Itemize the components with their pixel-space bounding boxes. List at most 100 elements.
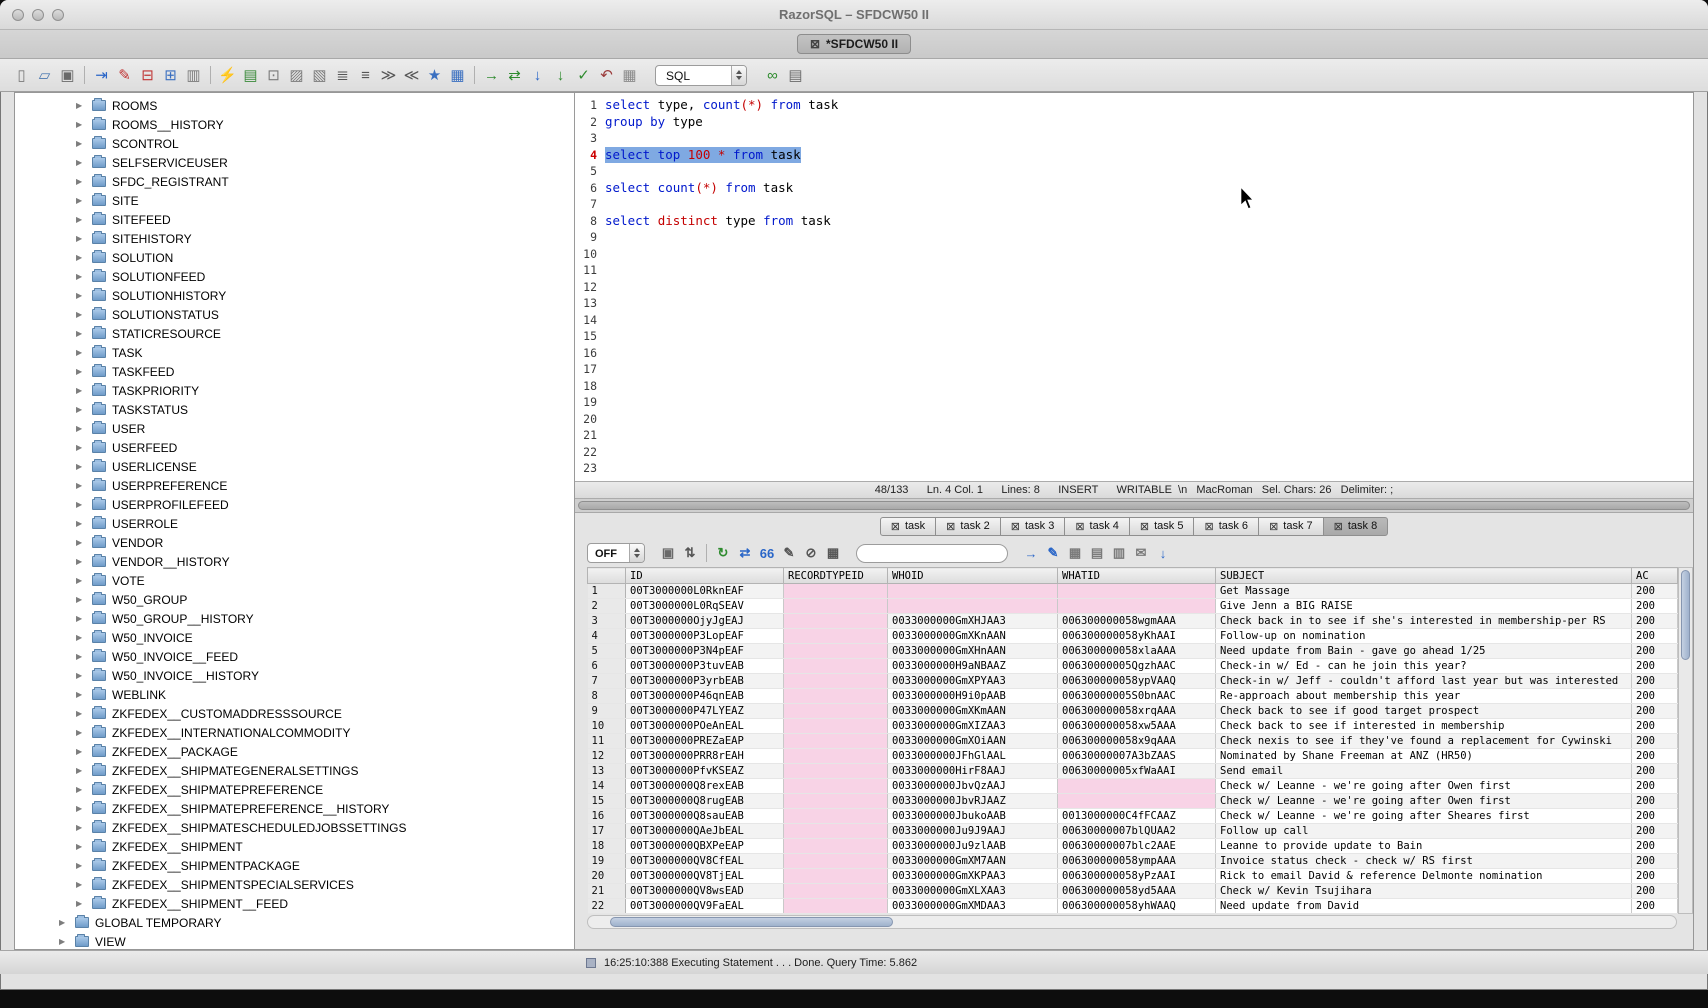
tree-item-vendor-history[interactable]: ▶VENDOR__HISTORY [15, 552, 574, 571]
cell-whoid[interactable] [888, 599, 1058, 614]
table-row[interactable]: 1800T3000000QBXPeEAP0033000000Ju9zlAAB00… [588, 839, 1678, 854]
cell-ac[interactable]: 200 [1632, 884, 1678, 899]
table-row[interactable]: 600T3000000P3tuvEAB0033000000H9aNBAAZ006… [588, 659, 1678, 674]
edit-cell-icon[interactable]: ✎ [1042, 543, 1064, 563]
cell-subject[interactable]: Check back in to see if she's interested… [1216, 614, 1632, 629]
open-folder-icon[interactable]: ▱ [33, 64, 56, 86]
result-tab-task[interactable]: ⊠task [880, 517, 936, 536]
history-icon[interactable]: ▦ [618, 64, 641, 86]
disclosure-triangle-icon[interactable]: ▶ [76, 614, 86, 623]
disclosure-triangle-icon[interactable]: ▶ [76, 671, 86, 680]
cell-ac[interactable]: 200 [1632, 689, 1678, 704]
tree-item-zkfedex-shipmentspecialservices[interactable]: ▶ZKFEDEX__SHIPMENTSPECIALSERVICES [15, 875, 574, 894]
minimize-window-button[interactable] [32, 9, 44, 21]
requery-icon[interactable]: ⇄ [734, 543, 756, 563]
format-sql-icon[interactable]: ≡ [354, 64, 377, 86]
cell-whatid[interactable]: 006300000058yd5AAA [1058, 884, 1216, 899]
cell-recordtypeid[interactable] [784, 674, 888, 689]
cell-whatid[interactable]: 00630000005S0bnAAC [1058, 689, 1216, 704]
cell-recordtypeid[interactable] [784, 629, 888, 644]
tree-item-zkfedex-customaddresssource[interactable]: ▶ZKFEDEX__CUSTOMADDRESSSOURCE [15, 704, 574, 723]
table-row[interactable]: 2100T3000000QV8wsEAD0033000000GmXLXAA300… [588, 884, 1678, 899]
cell-whoid[interactable]: 0033000000JbukoAAB [888, 809, 1058, 824]
cell-whoid[interactable]: 0033000000GmXM7AAN [888, 854, 1058, 869]
result-tab-task-4[interactable]: ⊠task 4 [1064, 517, 1130, 536]
close-result-tab-icon[interactable]: ⊠ [891, 520, 900, 533]
table-info-icon[interactable]: ▥ [182, 64, 205, 86]
cell-whoid[interactable]: 0033000000GmXKnAAN [888, 629, 1058, 644]
disclosure-triangle-icon[interactable]: ▶ [76, 842, 86, 851]
disclosure-triangle-icon[interactable]: ▶ [76, 405, 86, 414]
cell-subject[interactable]: Check w/ Leanne - we're going after Owen… [1216, 779, 1632, 794]
editor-line[interactable]: 2group by type [575, 114, 1693, 131]
editor-line[interactable]: 11 [575, 262, 1693, 279]
disclosure-triangle-icon[interactable]: ▶ [76, 177, 86, 186]
dropdown-stepper-icon[interactable] [731, 66, 746, 85]
quotes-icon[interactable]: 66 [756, 543, 778, 563]
disclosure-triangle-icon[interactable]: ▶ [76, 101, 86, 110]
tree-item-solutionfeed[interactable]: ▶SOLUTIONFEED [15, 267, 574, 286]
editor-line[interactable]: 3 [575, 130, 1693, 147]
import-data-icon[interactable]: ⇥ [90, 64, 113, 86]
connections-icon[interactable]: ∞ [761, 64, 784, 86]
cell-id[interactable]: 00T3000000P3tuvEAB [626, 659, 784, 674]
cell-whatid[interactable]: 00630000007blQUAA2 [1058, 824, 1216, 839]
execute-sql-icon[interactable]: ⚡ [216, 64, 239, 86]
cell-subject[interactable]: Follow-up on nomination [1216, 629, 1632, 644]
copy-icon[interactable]: ⊡ [262, 64, 285, 86]
cell-recordtypeid[interactable] [784, 899, 888, 914]
cell-whoid[interactable]: 0033000000JbvQzAAJ [888, 779, 1058, 794]
table-bookmark-icon[interactable]: ▦ [446, 64, 469, 86]
tree-item-selfserviceuser[interactable]: ▶SELFSERVICEUSER [15, 153, 574, 172]
disclosure-triangle-icon[interactable]: ▶ [76, 595, 86, 604]
query-log-icon[interactable]: ▤ [784, 64, 807, 86]
cell-id[interactable]: 00T3000000Q8sauEAB [626, 809, 784, 824]
close-result-tab-icon[interactable]: ⊠ [946, 520, 955, 533]
document-tab[interactable]: ⊠ *SFDCW50 II [797, 34, 911, 54]
cell-ac[interactable]: 200 [1632, 599, 1678, 614]
table-row[interactable]: 400T3000000P3LopEAF0033000000GmXKnAAN006… [588, 629, 1678, 644]
result-tab-task-8[interactable]: ⊠task 8 [1323, 517, 1389, 536]
editor-line[interactable]: 12 [575, 279, 1693, 296]
close-result-tab-icon[interactable]: ⊠ [1075, 520, 1084, 533]
tree-item-taskfeed[interactable]: ▶TASKFEED [15, 362, 574, 381]
tree-item-userlicense[interactable]: ▶USERLICENSE [15, 457, 574, 476]
cell-id[interactable]: 00T3000000QV9FaEAL [626, 899, 784, 914]
cell-whoid[interactable]: 0033000000HirF8AAJ [888, 764, 1058, 779]
disclosure-triangle-icon[interactable]: ▶ [76, 367, 86, 376]
align-list-icon[interactable]: ≣ [331, 64, 354, 86]
create-table-icon[interactable]: ⊞ [159, 64, 182, 86]
cell-whatid[interactable]: 006300000058yhWAAQ [1058, 899, 1216, 914]
editor-line[interactable]: 4select top 100 * from task [575, 147, 1693, 164]
cell-recordtypeid[interactable] [784, 749, 888, 764]
cell-ac[interactable]: 200 [1632, 794, 1678, 809]
close-result-tab-icon[interactable]: ⊠ [1011, 520, 1020, 533]
tree-item-solution[interactable]: ▶SOLUTION [15, 248, 574, 267]
cell-subject[interactable]: Check nexis to see if they've found a re… [1216, 734, 1632, 749]
disclosure-triangle-icon[interactable]: ▶ [76, 519, 86, 528]
cell-whatid[interactable]: 00630000005xfWaAAI [1058, 764, 1216, 779]
export-grid-icon[interactable]: ▦ [1064, 543, 1086, 563]
cell-recordtypeid[interactable] [784, 689, 888, 704]
cell-ac[interactable]: 200 [1632, 749, 1678, 764]
cell-whatid[interactable]: 00630000007blc2AAE [1058, 839, 1216, 854]
tree-item-staticresource[interactable]: ▶STATICRESOURCE [15, 324, 574, 343]
disclosure-triangle-icon[interactable]: ▶ [76, 861, 86, 870]
cell-subject[interactable]: Check back to see if good target prospec… [1216, 704, 1632, 719]
cell-subject[interactable]: Need update from David [1216, 899, 1632, 914]
result-tab-task-7[interactable]: ⊠task 7 [1258, 517, 1324, 536]
cell-whoid[interactable]: 0033000000H9i0pAAB [888, 689, 1058, 704]
cell-subject[interactable]: Send email [1216, 764, 1632, 779]
disclosure-triangle-icon[interactable]: ▶ [76, 747, 86, 756]
close-result-tab-icon[interactable]: ⊠ [1269, 520, 1278, 533]
disclosure-triangle-icon[interactable]: ▶ [76, 899, 86, 908]
cell-whatid[interactable] [1058, 794, 1216, 809]
tree-item-zkfedex-shipmatepreference[interactable]: ▶ZKFEDEX__SHIPMATEPREFERENCE [15, 780, 574, 799]
disclosure-triangle-icon[interactable]: ▶ [76, 880, 86, 889]
cell-whoid[interactable]: 0033000000JbvRJAAZ [888, 794, 1058, 809]
tree-item-userrole[interactable]: ▶USERROLE [15, 514, 574, 533]
cell-ac[interactable]: 200 [1632, 899, 1678, 914]
paste-icon[interactable]: ▨ [285, 64, 308, 86]
disclosure-triangle-icon[interactable]: ▶ [76, 291, 86, 300]
editor-line[interactable]: 9 [575, 229, 1693, 246]
